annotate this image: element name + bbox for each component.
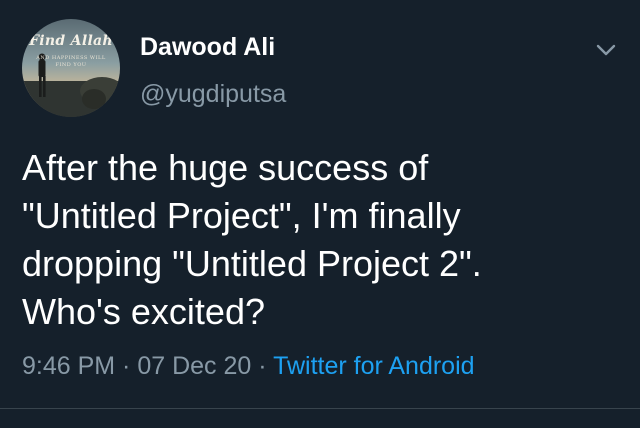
avatar-script-text: Find Allah [29, 33, 113, 49]
avatar-tagline: AND HAPPINESS WILL FIND YOU [22, 55, 120, 69]
meta-separator: · [251, 352, 274, 380]
tweet-text-line: "Untitled Project", I'm finally [22, 195, 461, 236]
tweet-text-line: Who's excited? [22, 291, 265, 332]
profile-avatar[interactable]: Find Allah AND HAPPINESS WILL FIND YOU [22, 19, 120, 117]
chevron-down-icon[interactable] [592, 36, 620, 64]
author-display-name[interactable]: Dawood Ali [140, 33, 275, 62]
tweet-text-line: After the huge success of [22, 147, 429, 188]
avatar-tagline-line1: AND HAPPINESS WILL [36, 55, 106, 61]
avatar-tagline-line2: FIND YOU [55, 62, 87, 68]
tweet-date[interactable]: 07 Dec 20 [137, 352, 251, 380]
tweet-text-line: dropping "Untitled Project 2". [22, 243, 482, 284]
tweet-metadata: 9:46 PM · 07 Dec 20 · Twitter for Androi… [22, 352, 475, 381]
divider [0, 408, 640, 409]
author-username[interactable]: @yugdiputsa [140, 80, 286, 109]
tweet-time[interactable]: 9:46 PM [22, 352, 115, 380]
tweet-source-link[interactable]: Twitter for Android [273, 352, 474, 380]
meta-separator: · [115, 352, 138, 380]
tweet-detail: Find Allah AND HAPPINESS WILL FIND YOU D… [0, 0, 640, 428]
tweet-text: After the huge success of "Untitled Proj… [22, 144, 622, 336]
